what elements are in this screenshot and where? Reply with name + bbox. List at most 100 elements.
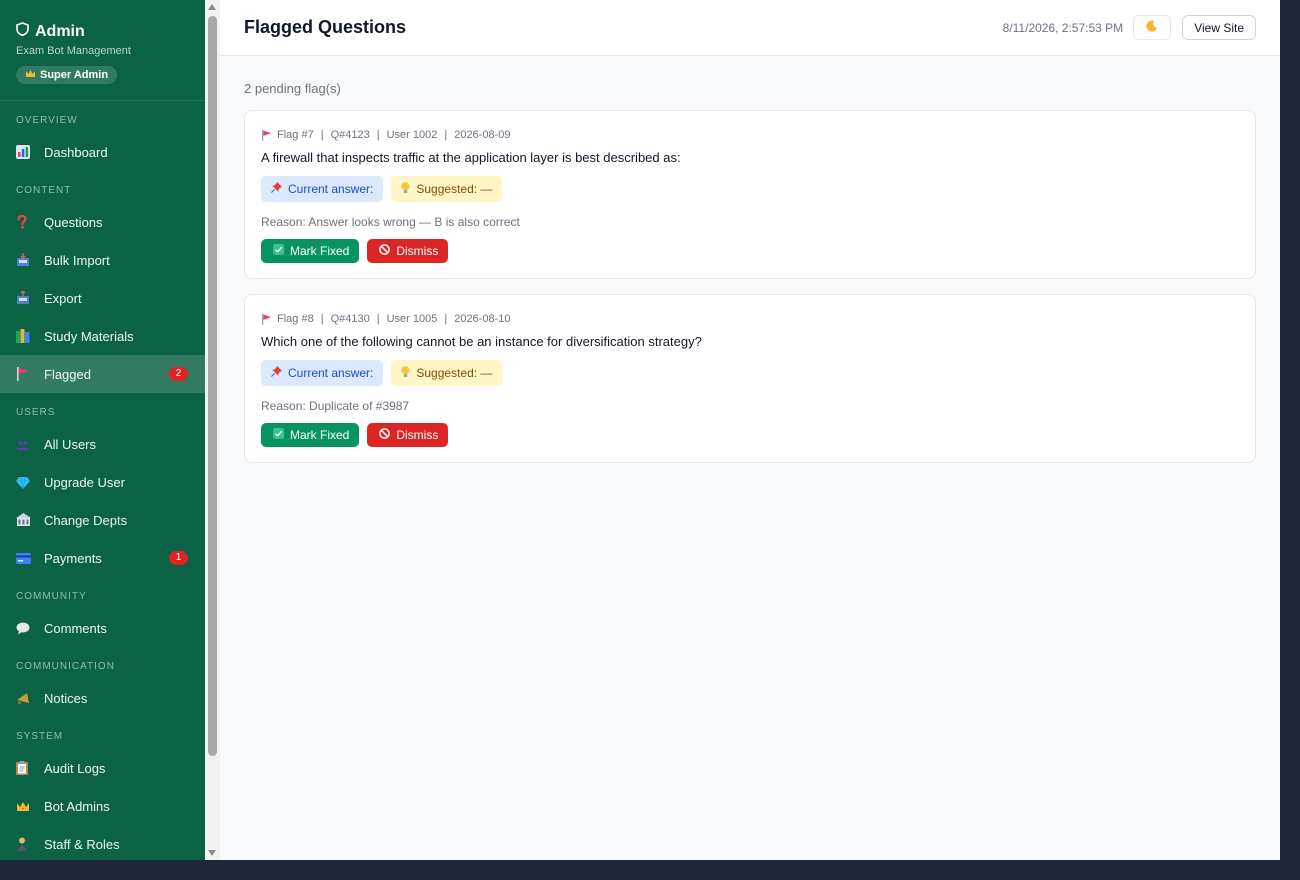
no-entry-icon: [379, 428, 391, 442]
dismiss-button[interactable]: Dismiss: [367, 423, 449, 447]
credit-card-icon: [16, 550, 36, 566]
current-timestamp: 8/11/2026, 2:57:53 PM: [1002, 20, 1124, 35]
flag-icon: [261, 129, 272, 141]
flagged-count-badge: 2: [169, 367, 188, 381]
users-icon: [16, 436, 36, 452]
sidebar-item-label: Change Depts: [44, 512, 128, 528]
sidebar-item-bulk-import[interactable]: Bulk Import: [0, 241, 205, 279]
section-community: COMMUNITY: [16, 591, 87, 602]
sidebar-item-label: Audit Logs: [44, 760, 106, 776]
flag-user: User 1002: [386, 129, 438, 141]
view-site-button[interactable]: View Site: [1182, 15, 1256, 40]
separator: |: [444, 313, 448, 325]
theme-toggle-button[interactable]: [1133, 15, 1172, 40]
suggested-answer-label: Suggested: —: [416, 366, 493, 380]
role-badge-label: Super Admin: [40, 69, 109, 81]
flag-list: 2 pending flag(s) Flag #7 | Q#4123 | Use…: [220, 56, 1280, 463]
flag-user: User 1005: [386, 313, 438, 325]
sidebar-item-flagged[interactable]: Flagged 2: [0, 355, 205, 393]
dismiss-label: Dismiss: [396, 428, 439, 442]
current-answer-label: Current answer:: [288, 366, 374, 380]
page-title: Flagged Questions: [244, 17, 407, 37]
answer-chips: Current answer: Suggested: —: [261, 176, 1239, 202]
sidebar-item-comments[interactable]: Comments: [0, 609, 205, 647]
sidebar-item-payments[interactable]: Payments 1: [0, 539, 205, 577]
top-bar: Flagged Questions 8/11/2026, 2:57:53 PM …: [220, 0, 1280, 56]
brand-subtitle: Exam Bot Management: [16, 45, 131, 57]
separator: |: [376, 313, 380, 325]
pending-count: 2 pending flag(s): [244, 81, 341, 96]
separator: |: [444, 129, 448, 141]
mark-fixed-button[interactable]: Mark Fixed: [261, 239, 360, 263]
sidebar-item-label: Dashboard: [44, 144, 108, 160]
dismiss-button[interactable]: Dismiss: [367, 239, 449, 263]
sidebar-item-audit-logs[interactable]: Audit Logs: [0, 749, 205, 787]
sidebar-item-questions[interactable]: Questions: [0, 203, 205, 241]
scrollbar-thumb[interactable]: [208, 16, 217, 756]
sidebar-item-dashboard[interactable]: Dashboard: [0, 133, 205, 171]
no-entry-icon: [379, 244, 391, 258]
scroll-down-arrow-icon[interactable]: [208, 850, 216, 856]
sidebar-item-study-materials[interactable]: Study Materials: [0, 317, 205, 355]
mark-fixed-label: Mark Fixed: [290, 428, 350, 442]
sidebar-item-bot-admins[interactable]: Bot Admins: [0, 787, 205, 825]
pin-icon: [271, 182, 282, 196]
question-id: Q#4123: [330, 129, 370, 141]
flag-date: 2026-08-09: [454, 129, 511, 141]
sidebar-item-label: Staff & Roles: [44, 836, 120, 852]
sidebar-item-export[interactable]: Export: [0, 279, 205, 317]
sidebar-item-label: All Users: [44, 436, 97, 452]
flag-reason: Reason: Duplicate of #3987: [261, 399, 410, 413]
sidebar-item-label: Questions: [44, 214, 103, 230]
staff-icon: [16, 836, 36, 852]
inbox-tray-icon: [16, 252, 36, 268]
crown-icon: [25, 69, 36, 81]
suggested-answer-chip: Suggested: —: [391, 360, 503, 386]
flag-meta: Flag #7 | Q#4123 | User 1002 | 2026-08-0…: [261, 128, 1239, 142]
bulb-icon: [401, 365, 410, 381]
question-text: A firewall that inspects traffic at the …: [261, 150, 681, 165]
sidebar: Admin Exam Bot Management Super Admin OV…: [0, 0, 205, 860]
question-id: Q#4130: [330, 313, 370, 325]
current-answer-label: Current answer:: [288, 182, 374, 196]
outbox-tray-icon: [16, 290, 36, 306]
brand-title: Admin: [16, 22, 189, 41]
sidebar-scrollbar[interactable]: [205, 0, 220, 860]
sidebar-item-change-depts[interactable]: Change Depts: [0, 501, 205, 539]
flag-icon: [16, 366, 36, 382]
sidebar-brand: Admin Exam Bot Management Super Admin: [0, 0, 205, 101]
flag-actions: Mark Fixed Dismiss: [261, 239, 1239, 263]
flag-card: Flag #7 | Q#4123 | User 1002 | 2026-08-0…: [244, 110, 1256, 279]
sidebar-item-upgrade-user[interactable]: Upgrade User: [0, 463, 205, 501]
bulb-icon: [401, 181, 410, 197]
section-system: SYSTEM: [16, 731, 64, 742]
section-users: USERS: [16, 407, 56, 418]
sidebar-item-all-users[interactable]: All Users: [0, 425, 205, 463]
speech-bubble-icon: [16, 620, 36, 636]
question-text: Which one of the following cannot be an …: [261, 334, 702, 349]
flag-date: 2026-08-10: [454, 313, 511, 325]
mark-fixed-button[interactable]: Mark Fixed: [261, 423, 360, 447]
building-icon: [16, 512, 36, 528]
sidebar-item-label: Study Materials: [44, 328, 134, 344]
sidebar-item-label: Export: [44, 290, 82, 306]
sidebar-item-label: Upgrade User: [44, 474, 125, 490]
check-icon: [273, 428, 284, 442]
books-icon: [16, 328, 36, 344]
separator: |: [320, 129, 324, 141]
section-overview: OVERVIEW: [16, 115, 78, 126]
brand-title-text: Admin: [35, 22, 85, 40]
scroll-up-arrow-icon[interactable]: [208, 4, 216, 10]
sidebar-item-label: Bulk Import: [44, 252, 110, 268]
mark-fixed-label: Mark Fixed: [290, 244, 350, 258]
dismiss-label: Dismiss: [396, 244, 439, 258]
flag-actions: Mark Fixed Dismiss: [261, 423, 1239, 447]
sidebar-item-notices[interactable]: Notices: [0, 679, 205, 717]
check-icon: [273, 244, 284, 258]
shield-icon: [16, 22, 29, 41]
suggested-answer-chip: Suggested: —: [391, 176, 503, 202]
sidebar-item-staff-roles[interactable]: Staff & Roles: [0, 825, 205, 860]
question-mark-icon: [16, 214, 36, 230]
suggested-answer-label: Suggested: —: [416, 182, 493, 196]
flag-number: Flag #8: [277, 313, 314, 325]
